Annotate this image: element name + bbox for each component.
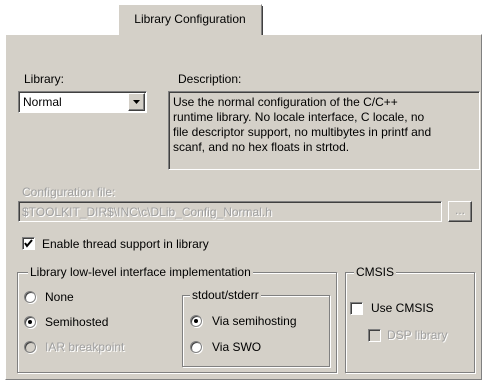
radio-iar-breakpoint-label: IAR breakpoint xyxy=(45,340,125,354)
radio-semihosted-label: Semihosted xyxy=(45,315,109,329)
thread-support-checkbox[interactable] xyxy=(22,237,35,250)
checkmark-icon xyxy=(24,239,33,248)
description-line: Use the normal configuration of the C/C+… xyxy=(173,95,398,109)
radio-none[interactable] xyxy=(24,291,36,303)
tab-label: Library Configuration xyxy=(134,12,246,26)
radio-via-swo[interactable] xyxy=(190,341,202,353)
radio-via-semihosting-label: Via semihosting xyxy=(212,314,297,328)
browse-button: ... xyxy=(448,201,472,222)
cmsis-group-title: CMSIS xyxy=(354,265,397,279)
cmsis-group xyxy=(345,272,475,373)
stdout-group-title: stdout/stderr xyxy=(190,288,261,302)
config-file-field: $TOOLKIT_DIR$\INC\c\DLib_Config_Normal.h xyxy=(18,201,442,222)
library-select-value: Normal xyxy=(23,95,62,109)
config-file-label: Configuration file: xyxy=(22,185,116,199)
library-select[interactable]: Normal xyxy=(18,91,147,113)
lowlevel-group-title: Library low-level interface implementati… xyxy=(28,265,253,279)
tab-library-configuration[interactable]: Library Configuration xyxy=(118,4,263,35)
thread-support-label: Enable thread support in library xyxy=(42,237,209,251)
use-cmsis-label: Use CMSIS xyxy=(371,301,434,315)
description-label: Description: xyxy=(178,72,242,86)
library-label: Library: xyxy=(24,72,65,86)
description-box: Use the normal configuration of the C/C+… xyxy=(168,91,480,170)
stdout-group xyxy=(182,295,330,367)
browse-button-label: ... xyxy=(454,203,465,217)
dsp-library-label: DSP library xyxy=(387,328,448,342)
radio-none-label: None xyxy=(45,290,74,304)
description-line: file descriptor support, no multibytes i… xyxy=(173,125,432,139)
config-file-value: $TOOLKIT_DIR$\INC\c\DLib_Config_Normal.h xyxy=(22,205,272,219)
chevron-down-icon xyxy=(133,100,140,104)
description-line: scanf, and no hex floats in strtod. xyxy=(173,140,350,154)
radio-semihosted[interactable] xyxy=(24,316,36,328)
dsp-library-checkbox xyxy=(368,329,381,342)
radio-via-swo-label: Via SWO xyxy=(212,340,262,354)
use-cmsis-checkbox[interactable] xyxy=(350,302,363,315)
radio-iar-breakpoint xyxy=(24,341,36,353)
dropdown-button[interactable] xyxy=(128,93,145,111)
radio-via-semihosting[interactable] xyxy=(190,315,202,327)
description-line: runtime library. No locale interface, C … xyxy=(173,110,425,124)
